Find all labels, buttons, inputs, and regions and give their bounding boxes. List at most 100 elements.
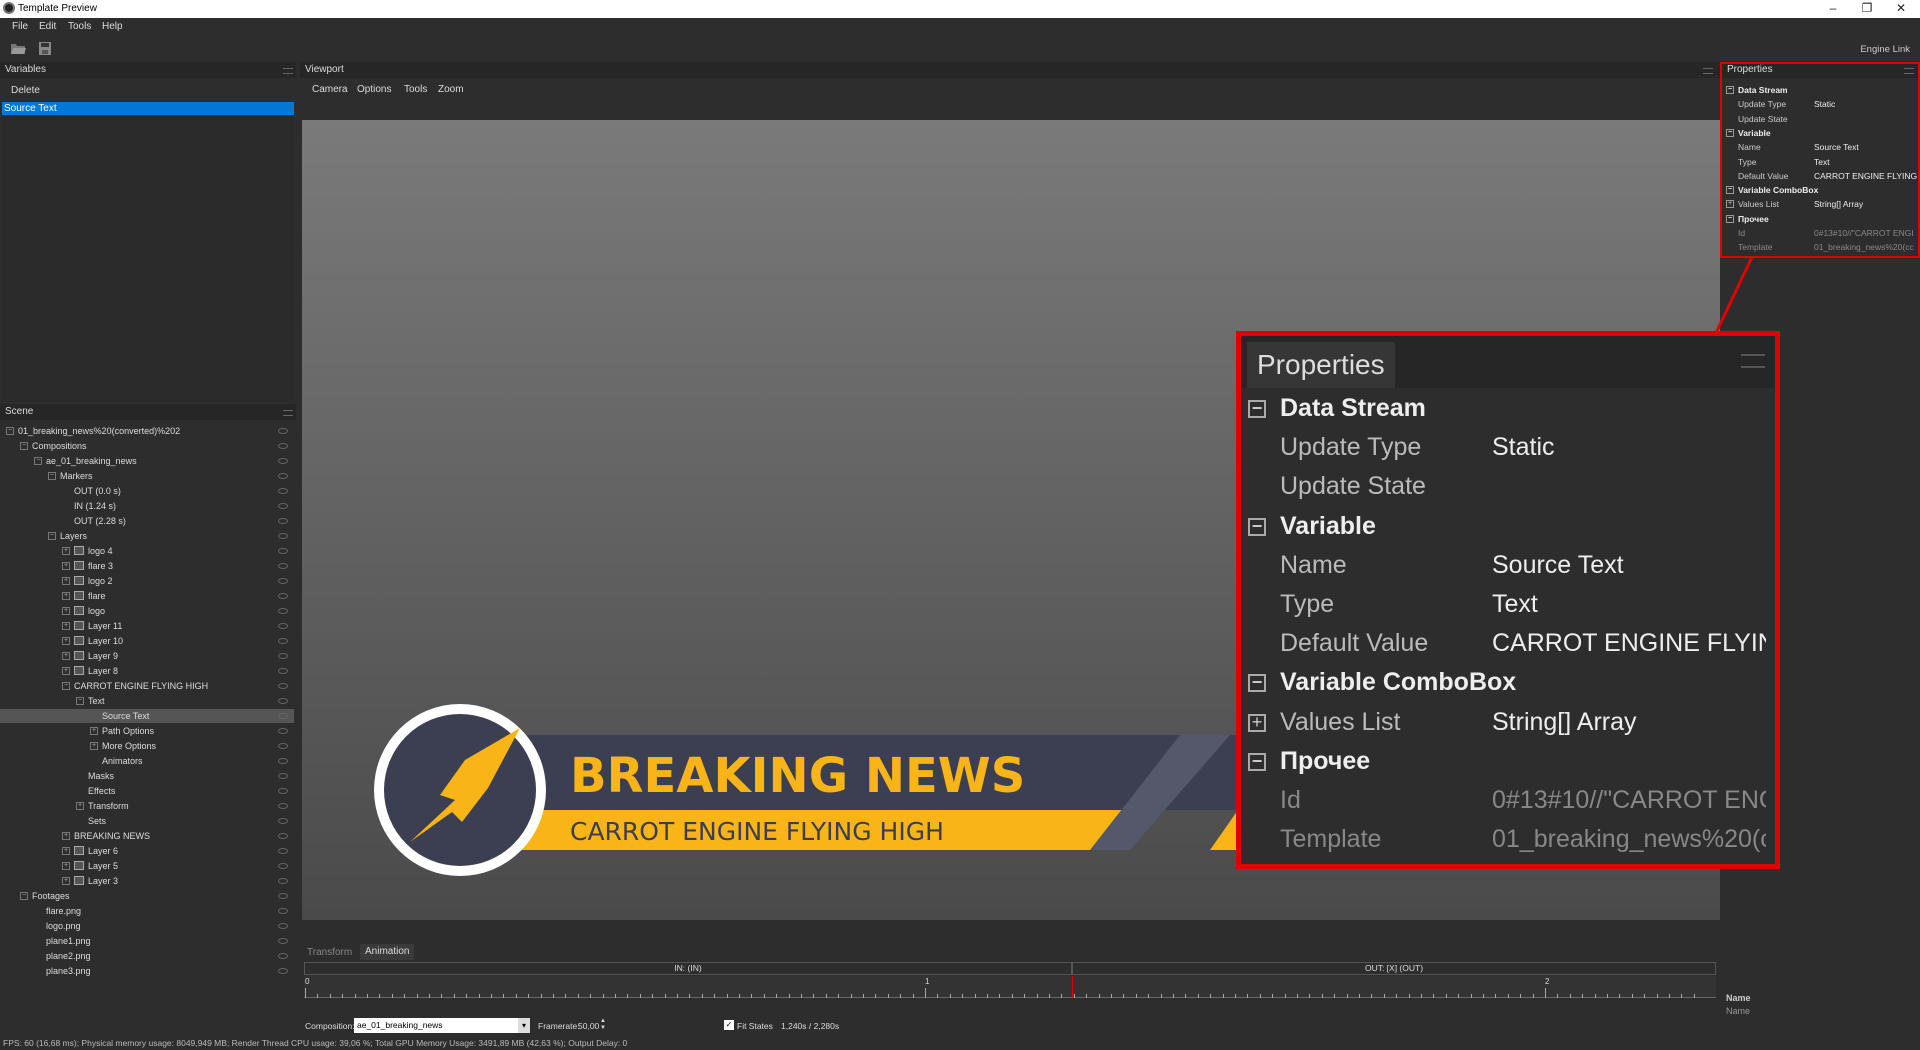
scene-tree-item[interactable]: + flare 3: [0, 559, 294, 573]
scene-tree-item[interactable]: Sets: [0, 814, 294, 828]
viewport-menu-camera[interactable]: Camera: [312, 84, 348, 95]
scene-tree-item[interactable]: + logo 2: [0, 574, 294, 588]
scene-tree-item[interactable]: + More Options: [0, 739, 294, 753]
visibility-eye-icon[interactable]: [278, 623, 288, 629]
scene-tree-item[interactable]: Effects: [0, 784, 294, 798]
visibility-eye-icon[interactable]: [278, 908, 288, 914]
scene-tree-item[interactable]: plane3.png: [0, 964, 294, 978]
scene-tree-item[interactable]: Animators: [0, 754, 294, 768]
property-row[interactable]: Template 01_breaking_news%20(cc: [1726, 240, 1918, 254]
visibility-eye-icon[interactable]: [278, 563, 288, 569]
visibility-eye-icon[interactable]: [278, 683, 288, 689]
viewport-menu-options[interactable]: Options: [357, 84, 391, 95]
engine-link-button[interactable]: Engine Link: [1860, 44, 1910, 55]
visibility-eye-icon[interactable]: [278, 818, 288, 824]
visibility-eye-icon[interactable]: [278, 893, 288, 899]
scene-tree-item[interactable]: IN (1.24 s): [0, 499, 294, 513]
tab-animation[interactable]: Animation: [360, 944, 415, 960]
property-row[interactable]: Type Text: [1726, 155, 1918, 169]
scene-tree-item[interactable]: −01_breaking_news%20(converted)%202: [0, 424, 294, 438]
expand-icon[interactable]: +: [62, 637, 70, 645]
visibility-eye-icon[interactable]: [278, 923, 288, 929]
out-marker-range[interactable]: OUT: [X] (OUT): [1072, 962, 1716, 975]
scene-tree-item[interactable]: − Compositions: [0, 439, 294, 453]
scene-tree-item[interactable]: OUT (0.0 s): [0, 484, 294, 498]
property-category[interactable]: − Variable ComboBox: [1726, 183, 1918, 197]
menu-edit[interactable]: Edit: [39, 21, 56, 32]
viewport-menu-zoom[interactable]: Zoom: [438, 84, 464, 95]
scene-tree-item[interactable]: flare.png: [0, 904, 294, 918]
collapse-icon[interactable]: −: [6, 427, 14, 435]
scene-tree-item[interactable]: OUT (2.28 s): [0, 514, 294, 528]
expand-icon[interactable]: +: [1726, 200, 1734, 209]
visibility-eye-icon[interactable]: [278, 833, 288, 839]
scene-tree-item[interactable]: + Path Options: [0, 724, 294, 738]
scene-tree-item[interactable]: + Layer 8: [0, 664, 294, 678]
scene-tree-item[interactable]: + Layer 10: [0, 634, 294, 648]
scene-tree-item[interactable]: + Transform: [0, 799, 294, 813]
tab-transform[interactable]: Transform: [307, 947, 352, 958]
scene-tree-item[interactable]: + Layer 11: [0, 619, 294, 633]
collapse-icon[interactable]: −: [48, 472, 56, 480]
expand-icon[interactable]: +: [76, 802, 84, 810]
visibility-eye-icon[interactable]: [278, 728, 288, 734]
collapse-icon[interactable]: −: [1726, 86, 1734, 94]
scene-tree-item[interactable]: − ae_01_breaking_news: [0, 454, 294, 468]
scene-tree-item[interactable]: + flare: [0, 589, 294, 603]
visibility-eye-icon[interactable]: [278, 608, 288, 614]
scene-tree-item[interactable]: plane1.png: [0, 934, 294, 948]
expand-icon[interactable]: +: [62, 862, 70, 870]
property-row[interactable]: Default Value CARROT ENGINE FLYING: [1726, 169, 1918, 183]
visibility-eye-icon[interactable]: [278, 743, 288, 749]
visibility-eye-icon[interactable]: [278, 878, 288, 884]
fit-states-checkbox[interactable]: ✓: [724, 1020, 734, 1030]
chevron-down-icon[interactable]: ▾: [518, 1018, 530, 1033]
scene-tree-item[interactable]: + Layer 3: [0, 874, 294, 888]
visibility-eye-icon[interactable]: [278, 443, 288, 449]
expand-icon[interactable]: +: [62, 562, 70, 570]
visibility-eye-icon[interactable]: [278, 938, 288, 944]
scene-tree-item[interactable]: + Layer 5: [0, 859, 294, 873]
menu-help[interactable]: Help: [102, 21, 123, 32]
visibility-eye-icon[interactable]: [278, 503, 288, 509]
scene-tree-item[interactable]: Source Text: [0, 709, 294, 723]
expand-icon[interactable]: +: [62, 592, 70, 600]
framerate-spinner-icon[interactable]: ▲ ▼: [600, 1018, 606, 1032]
visibility-eye-icon[interactable]: [278, 968, 288, 974]
scene-tree-item[interactable]: + BREAKING NEWS: [0, 829, 294, 843]
visibility-eye-icon[interactable]: [278, 803, 288, 809]
visibility-eye-icon[interactable]: [278, 713, 288, 719]
scene-tree-item[interactable]: − Layers: [0, 529, 294, 543]
expand-icon[interactable]: +: [90, 727, 98, 735]
panel-menu-icon[interactable]: [283, 410, 293, 416]
visibility-eye-icon[interactable]: [278, 638, 288, 644]
property-row[interactable]: + Values List String[] Array: [1726, 197, 1918, 211]
visibility-eye-icon[interactable]: [278, 518, 288, 524]
maximize-button[interactable]: ❐: [1850, 0, 1884, 18]
expand-icon[interactable]: +: [62, 667, 70, 675]
scene-tree-item[interactable]: + Layer 9: [0, 649, 294, 663]
collapse-icon[interactable]: −: [48, 532, 56, 540]
menu-file[interactable]: File: [12, 21, 28, 32]
expand-icon[interactable]: +: [62, 877, 70, 885]
scene-tree-item[interactable]: − Text: [0, 694, 294, 708]
visibility-eye-icon[interactable]: [278, 758, 288, 764]
property-category[interactable]: − Variable: [1726, 126, 1918, 140]
property-row[interactable]: Name Source Text: [1726, 140, 1918, 154]
close-button[interactable]: ✕: [1884, 0, 1918, 18]
collapse-icon[interactable]: −: [76, 697, 84, 705]
visibility-eye-icon[interactable]: [278, 428, 288, 434]
visibility-eye-icon[interactable]: [278, 533, 288, 539]
visibility-eye-icon[interactable]: [278, 473, 288, 479]
viewport-menu-tools[interactable]: Tools: [404, 84, 427, 95]
visibility-eye-icon[interactable]: [278, 788, 288, 794]
scene-tree-item[interactable]: − CARROT ENGINE FLYING HIGH: [0, 679, 294, 693]
property-category[interactable]: − Data Stream: [1726, 83, 1918, 97]
visibility-eye-icon[interactable]: [278, 698, 288, 704]
visibility-eye-icon[interactable]: [278, 668, 288, 674]
visibility-eye-icon[interactable]: [278, 458, 288, 464]
scene-tree-item[interactable]: + logo 4: [0, 544, 294, 558]
expand-icon[interactable]: +: [62, 577, 70, 585]
property-row[interactable]: Update Type Static: [1726, 97, 1918, 111]
collapse-icon[interactable]: −: [20, 892, 28, 900]
